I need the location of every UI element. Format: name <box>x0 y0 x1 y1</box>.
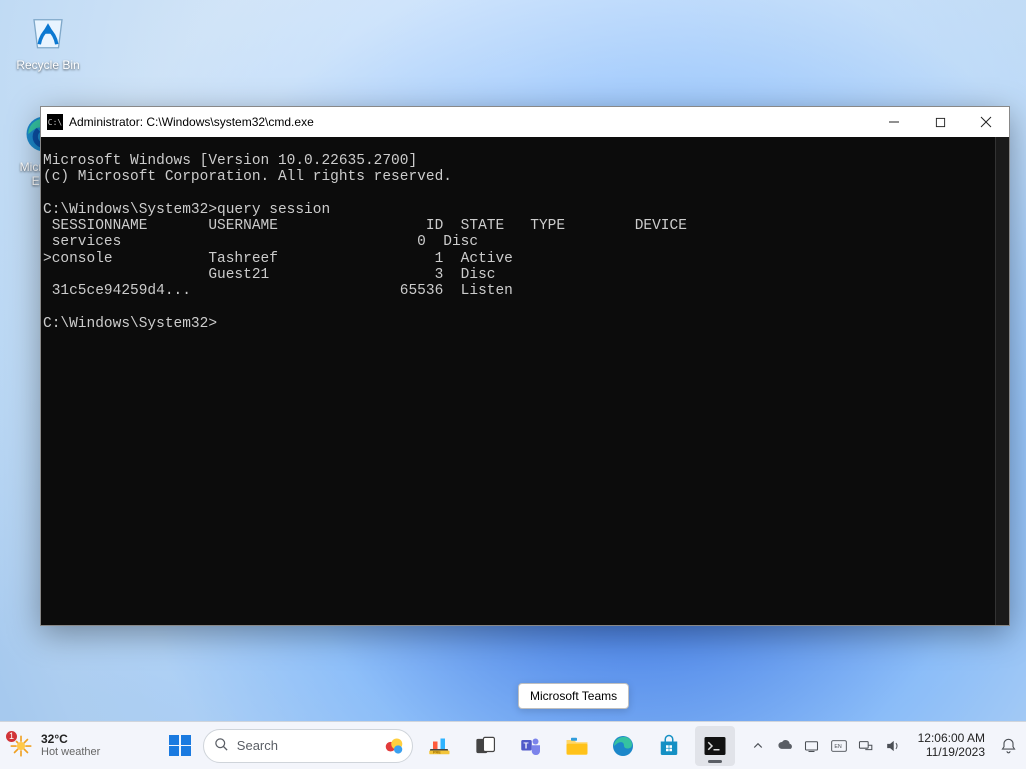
weather-desc: Hot weather <box>41 746 100 758</box>
store-taskbar-button[interactable] <box>649 726 689 766</box>
weather-icon: 1 <box>8 733 34 759</box>
terminal-taskbar-button[interactable] <box>695 726 735 766</box>
edge-taskbar-button[interactable] <box>603 726 643 766</box>
system-tray: EN 12:06:00 AM 11/19/2023 <box>750 732 1018 760</box>
search-highlight-icon <box>382 734 406 758</box>
cmd-window: C:\ Administrator: C:\Windows\system32\c… <box>40 106 1010 626</box>
volume-tray-icon[interactable] <box>885 738 901 754</box>
maximize-button[interactable] <box>917 107 963 137</box>
network-tray-icon[interactable] <box>858 738 874 754</box>
tray-icon[interactable] <box>804 738 820 754</box>
search-placeholder: Search <box>237 738 278 753</box>
chevron-up-icon[interactable] <box>750 738 766 754</box>
language-tray-icon[interactable]: EN <box>831 738 847 754</box>
svg-text:PRE: PRE <box>433 750 441 754</box>
search-icon <box>214 737 229 755</box>
console-output[interactable]: Microsoft Windows [Version 10.0.22635.27… <box>41 137 1009 625</box>
scrollbar[interactable] <box>995 137 1009 625</box>
taskbar-clock[interactable]: 12:06:00 AM 11/19/2023 <box>918 732 985 760</box>
console-line: C:\Windows\System32> <box>43 316 217 332</box>
titlebar[interactable]: C:\ Administrator: C:\Windows\system32\c… <box>41 107 1009 137</box>
console-line: services 0 Disc <box>43 234 478 250</box>
taskbar: 1 32°C Hot weather Search <box>0 721 1026 769</box>
svg-text:T: T <box>523 741 528 750</box>
copilot-taskbar-button[interactable]: PRE <box>419 726 459 766</box>
notifications-tray-icon[interactable] <box>998 738 1018 754</box>
console-line: (c) Microsoft Corporation. All rights re… <box>43 169 452 185</box>
start-button[interactable] <box>163 729 197 763</box>
weather-widget[interactable]: 1 32°C Hot weather <box>8 733 148 759</box>
svg-text:EN: EN <box>834 744 842 750</box>
recycle-bin-desktop-icon[interactable]: Recycle Bin <box>10 10 86 72</box>
onedrive-tray-icon[interactable] <box>777 738 793 754</box>
cmd-app-icon: C:\ <box>47 114 63 130</box>
file-explorer-taskbar-button[interactable] <box>557 726 597 766</box>
console-line: Microsoft Windows [Version 10.0.22635.27… <box>43 153 417 169</box>
recycle-bin-label: Recycle Bin <box>10 58 86 72</box>
windows-logo-icon <box>169 735 191 757</box>
desktop: Recycle Bin Microsoft Ed... C:\ Administ… <box>0 0 1026 769</box>
close-button[interactable] <box>963 107 1009 137</box>
console-line <box>43 299 52 315</box>
taskbar-tooltip: Microsoft Teams <box>518 683 629 709</box>
console-line <box>43 186 52 202</box>
console-line: Guest21 3 Disc <box>43 267 495 283</box>
teams-taskbar-button[interactable]: T <box>511 726 551 766</box>
recycle-bin-icon <box>26 10 70 54</box>
window-title: Administrator: C:\Windows\system32\cmd.e… <box>69 115 871 129</box>
console-line: SESSIONNAME USERNAME ID STATE TYPE DEVIC… <box>43 218 687 234</box>
search-box[interactable]: Search <box>203 729 413 763</box>
console-line: C:\Windows\System32>query session <box>43 202 330 218</box>
console-line: >console Tashreef 1 Active <box>43 251 513 267</box>
weather-temp: 32°C <box>41 733 100 746</box>
clock-date: 11/19/2023 <box>926 746 985 760</box>
clock-time: 12:06:00 AM <box>918 732 985 746</box>
console-line: 31c5ce94259d4... 65536 Listen <box>43 283 513 299</box>
weather-badge: 1 <box>5 730 18 743</box>
minimize-button[interactable] <box>871 107 917 137</box>
task-view-button[interactable] <box>465 726 505 766</box>
